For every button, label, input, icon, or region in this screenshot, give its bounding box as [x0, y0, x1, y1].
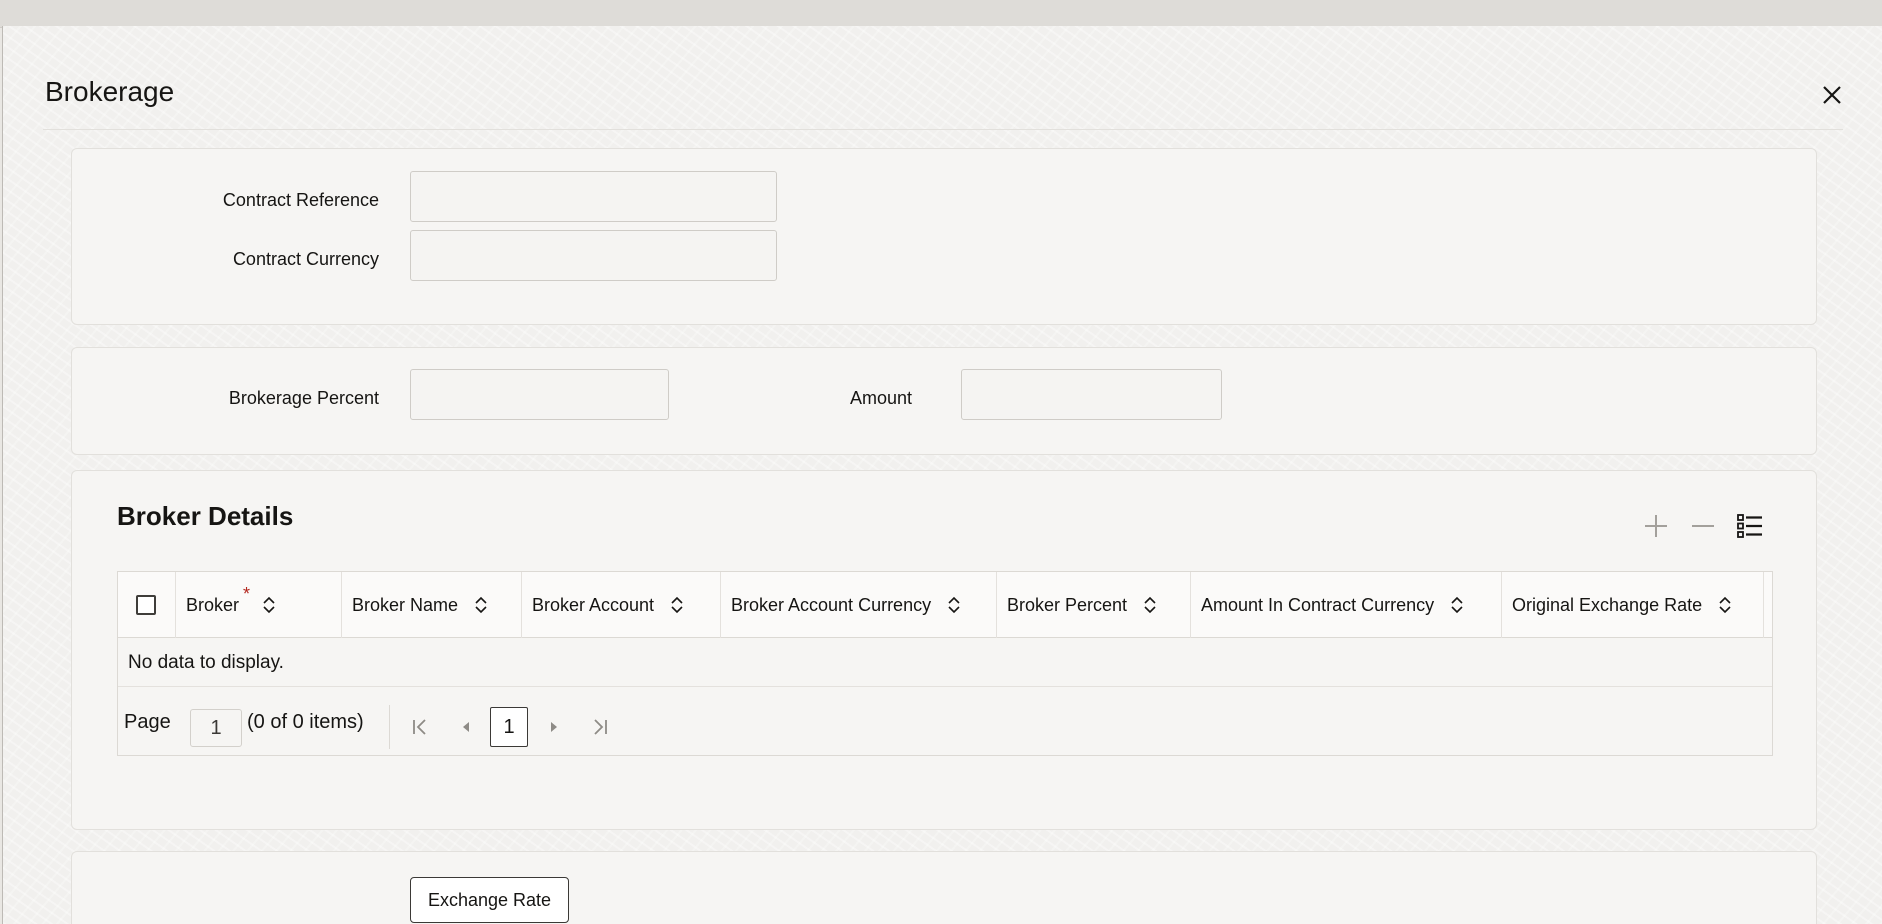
contract-currency-label: Contract Currency [232, 249, 379, 269]
add-row-button[interactable] [1641, 511, 1671, 541]
column-header-amount-in-contract-currency[interactable]: Amount In Contract Currency [1191, 572, 1502, 638]
column-label-broker-account-currency: Broker Account Currency [731, 594, 932, 615]
sort-icon [1144, 596, 1156, 614]
last-page-icon [594, 719, 607, 735]
broker-details-title: Broker Details [117, 501, 294, 531]
item-count: (0 of 0 items) [247, 711, 364, 733]
select-all-cell [118, 572, 176, 638]
column-label-broker: Broker [186, 594, 240, 615]
last-page-button[interactable] [588, 715, 612, 739]
previous-page-icon [463, 722, 469, 732]
column-header-broker-account-currency[interactable]: Broker Account Currency [721, 572, 997, 638]
contract-reference-field[interactable] [410, 171, 777, 222]
sort-icon [671, 596, 683, 614]
next-page-button[interactable] [542, 715, 566, 739]
background-strip [0, 0, 1882, 28]
first-page-button[interactable] [408, 715, 432, 739]
current-page-button[interactable]: 1 [490, 707, 528, 747]
pagination-bar: Page 1 (0 of 0 items) 1 [118, 686, 1772, 755]
amount-label: Amount [849, 388, 912, 408]
brokerage-dialog: Brokerage Contract Reference Contract Cu… [2, 26, 1882, 924]
remove-icon [1692, 525, 1714, 527]
column-label-broker-percent: Broker Percent [1007, 594, 1128, 615]
page-label: Page [124, 711, 171, 733]
add-icon [1645, 515, 1667, 537]
pagination-divider [389, 705, 390, 749]
sort-icon [475, 596, 487, 614]
table-header: Broker * Broker Name Broker Account Brok… [118, 572, 1772, 638]
remove-row-button[interactable] [1688, 511, 1718, 541]
page-number-input[interactable]: 1 [190, 709, 242, 747]
column-header-broker[interactable]: Broker * [176, 572, 342, 638]
sort-icon [263, 596, 275, 614]
brokerage-percent-label: Brokerage Percent [228, 388, 379, 408]
column-label-broker-account: Broker Account [532, 594, 655, 615]
brokerage-panel: Brokerage Percent Amount [71, 347, 1817, 455]
empty-table-message: No data to display. [128, 652, 284, 673]
column-label-broker-name: Broker Name [352, 594, 459, 615]
column-label-amount-in-contract-currency: Amount In Contract Currency [1201, 594, 1435, 615]
required-marker: * [243, 583, 251, 604]
exchange-rate-button[interactable]: Exchange Rate [410, 877, 569, 923]
sort-icon [948, 596, 960, 614]
footer-panel: Exchange Rate [71, 851, 1817, 924]
sort-icon [1719, 596, 1731, 614]
next-page-icon [551, 722, 557, 732]
contract-reference-label: Contract Reference [222, 190, 379, 210]
select-all-checkbox[interactable] [136, 595, 156, 615]
broker-details-table: Broker * Broker Name Broker Account Brok… [117, 571, 1773, 756]
first-page-icon [413, 719, 426, 735]
close-button[interactable] [1815, 78, 1849, 112]
dialog-title: Brokerage [45, 76, 175, 107]
contract-currency-field[interactable] [410, 230, 777, 281]
column-header-broker-percent[interactable]: Broker Percent [997, 572, 1191, 638]
amount-field[interactable] [961, 369, 1222, 420]
column-header-broker-account[interactable]: Broker Account [522, 572, 721, 638]
close-icon [1823, 86, 1841, 104]
column-header-broker-name[interactable]: Broker Name [342, 572, 522, 638]
previous-page-button[interactable] [454, 715, 478, 739]
title-divider [43, 129, 1843, 130]
broker-details-panel: Broker Details Broker * Broker Name Brok… [71, 470, 1817, 830]
sort-icon [1451, 596, 1463, 614]
column-label-original-exchange-rate: Original Exchange Rate [1512, 594, 1703, 615]
list-view-button[interactable] [1735, 511, 1765, 541]
list-view-icon [1737, 514, 1762, 538]
contract-panel: Contract Reference Contract Currency [71, 148, 1817, 325]
column-header-original-exchange-rate[interactable]: Original Exchange Rate [1502, 572, 1764, 638]
brokerage-percent-field[interactable] [410, 369, 669, 420]
